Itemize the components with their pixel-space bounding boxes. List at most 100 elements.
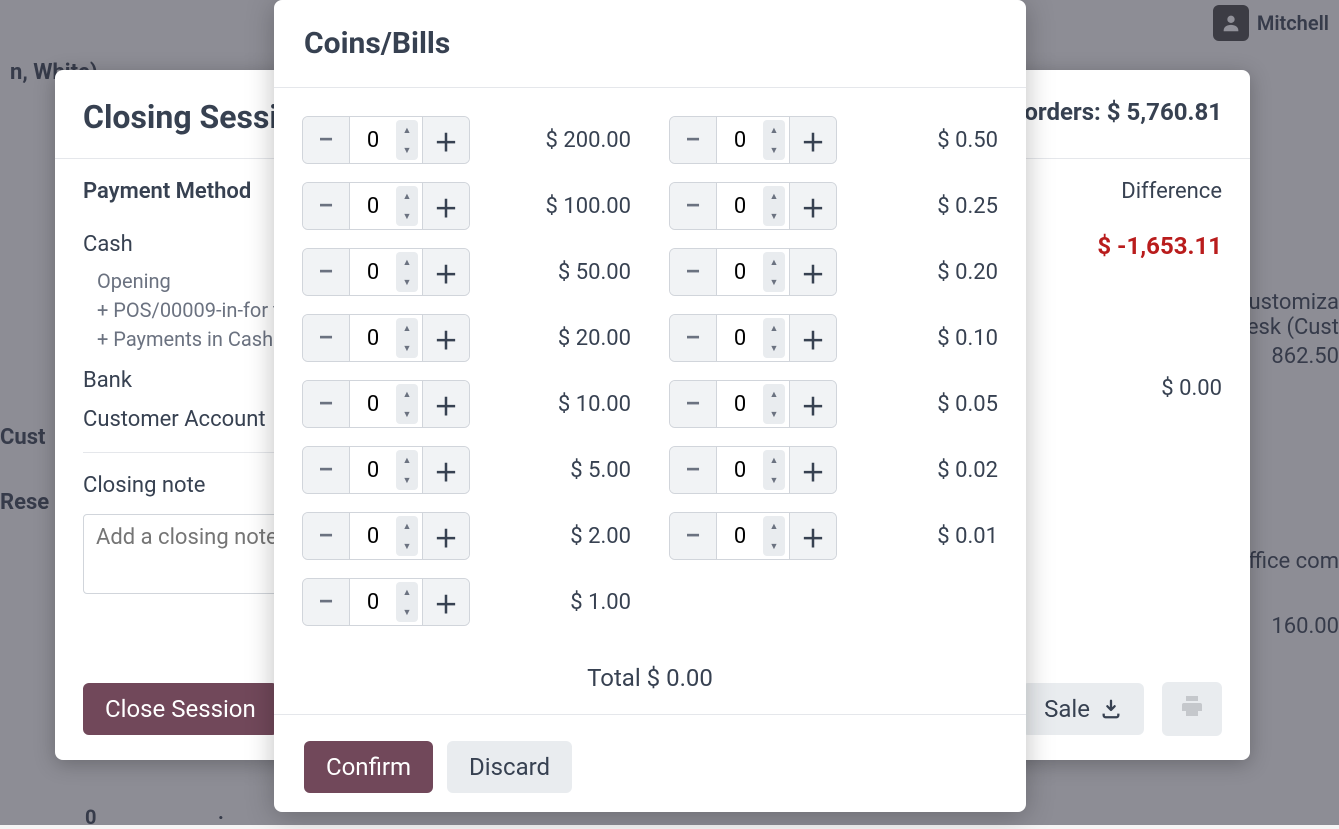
chevron-down-icon: ▼ — [763, 470, 785, 490]
denomination-row: −▲▼＋$ 5.00 — [302, 446, 631, 494]
chevron-up-icon: ▲ — [396, 120, 418, 140]
denomination-row: −▲▼＋$ 0.50 — [669, 116, 998, 164]
increment-button[interactable]: ＋ — [423, 315, 469, 361]
chevron-down-icon: ▼ — [396, 602, 418, 622]
decrement-button[interactable]: − — [303, 447, 349, 493]
spinner-control[interactable]: ▲▼ — [396, 450, 418, 490]
quantity-input[interactable] — [350, 249, 396, 295]
quantity-input[interactable] — [717, 381, 763, 427]
discard-button[interactable]: Discard — [447, 741, 572, 793]
increment-button[interactable]: ＋ — [790, 447, 836, 493]
quantity-input[interactable] — [717, 117, 763, 163]
chevron-up-icon: ▲ — [763, 450, 785, 470]
decrement-button[interactable]: − — [303, 249, 349, 295]
increment-button[interactable]: ＋ — [790, 249, 836, 295]
denomination-label: $ 200.00 — [531, 128, 631, 153]
denomination-row: −▲▼＋$ 0.25 — [669, 182, 998, 230]
decrement-button[interactable]: − — [670, 249, 716, 295]
decrement-button[interactable]: − — [303, 183, 349, 229]
chevron-up-icon: ▲ — [763, 384, 785, 404]
quantity-stepper: − ▲▼＋ — [302, 248, 470, 296]
coins-total-row: Total $ 0.00 — [274, 654, 1026, 714]
sale-export-button[interactable]: Sale — [1022, 683, 1144, 735]
quantity-stepper: − ▲▼＋ — [669, 512, 837, 560]
quantity-input[interactable] — [717, 249, 763, 295]
close-session-button[interactable]: Close Session — [83, 683, 278, 735]
denomination-row: −▲▼＋$ 1.00 — [302, 578, 631, 626]
quantity-input[interactable] — [350, 447, 396, 493]
increment-button[interactable]: ＋ — [790, 315, 836, 361]
spinner-control[interactable]: ▲▼ — [763, 384, 785, 424]
decrement-button[interactable]: − — [670, 315, 716, 361]
quantity-input[interactable] — [350, 513, 396, 559]
quantity-input[interactable] — [350, 315, 396, 361]
increment-button[interactable]: ＋ — [423, 513, 469, 559]
quantity-stepper: − ▲▼＋ — [669, 116, 837, 164]
chevron-up-icon: ▲ — [763, 120, 785, 140]
decrement-button[interactable]: − — [670, 183, 716, 229]
chevron-down-icon: ▼ — [396, 140, 418, 160]
quantity-input[interactable] — [350, 381, 396, 427]
quantity-input[interactable] — [717, 315, 763, 361]
spinner-control[interactable]: ▲▼ — [396, 186, 418, 226]
spinner-control[interactable]: ▲▼ — [396, 516, 418, 556]
increment-button[interactable]: ＋ — [423, 579, 469, 625]
confirm-button[interactable]: Confirm — [304, 741, 433, 793]
download-icon — [1100, 698, 1122, 720]
quantity-input[interactable] — [717, 183, 763, 229]
decrement-button[interactable]: − — [303, 513, 349, 559]
increment-button[interactable]: ＋ — [423, 183, 469, 229]
denominations-right-column: −▲▼＋$ 0.50−▲▼＋$ 0.25−▲▼＋$ 0.20−▲▼＋$ 0.10… — [669, 116, 998, 644]
chevron-up-icon: ▲ — [396, 582, 418, 602]
quantity-stepper: − ▲▼＋ — [302, 512, 470, 560]
quantity-input[interactable] — [717, 513, 763, 559]
print-button[interactable] — [1162, 682, 1222, 736]
spinner-control[interactable]: ▲▼ — [763, 450, 785, 490]
chevron-down-icon: ▼ — [396, 272, 418, 292]
decrement-button[interactable]: − — [303, 381, 349, 427]
increment-button[interactable]: ＋ — [790, 513, 836, 559]
decrement-button[interactable]: − — [303, 579, 349, 625]
increment-button[interactable]: ＋ — [423, 447, 469, 493]
decrement-button[interactable]: − — [303, 117, 349, 163]
increment-button[interactable]: ＋ — [790, 381, 836, 427]
denomination-label: $ 20.00 — [531, 326, 631, 351]
denomination-label: $ 50.00 — [531, 260, 631, 285]
difference-label: Difference — [1022, 179, 1222, 204]
increment-button[interactable]: ＋ — [423, 117, 469, 163]
spinner-control[interactable]: ▲▼ — [396, 582, 418, 622]
quantity-stepper: − ▲▼＋ — [669, 182, 837, 230]
chevron-down-icon: ▼ — [763, 404, 785, 424]
spinner-control[interactable]: ▲▼ — [763, 186, 785, 226]
quantity-input[interactable] — [350, 117, 396, 163]
increment-button[interactable]: ＋ — [423, 381, 469, 427]
chevron-down-icon: ▼ — [763, 140, 785, 160]
print-icon — [1180, 694, 1204, 718]
decrement-button[interactable]: − — [670, 513, 716, 559]
decrement-button[interactable]: − — [670, 117, 716, 163]
denomination-row: − ▲▼＋ $ 20.00 — [302, 314, 631, 362]
spinner-control[interactable]: ▲▼ — [396, 318, 418, 358]
quantity-input[interactable] — [350, 183, 396, 229]
spinner-control[interactable]: ▲▼ — [396, 120, 418, 160]
spinner-control[interactable]: ▲▼ — [763, 252, 785, 292]
increment-button[interactable]: ＋ — [790, 117, 836, 163]
denomination-label: $ 0.05 — [898, 392, 998, 417]
chevron-down-icon: ▼ — [396, 470, 418, 490]
spinner-control[interactable]: ▲▼ — [396, 252, 418, 292]
increment-button[interactable]: ＋ — [790, 183, 836, 229]
quantity-input[interactable] — [350, 579, 396, 625]
spinner-control[interactable]: ▲▼ — [396, 384, 418, 424]
quantity-stepper: − ▲▼＋ — [669, 314, 837, 362]
increment-button[interactable]: ＋ — [423, 249, 469, 295]
quantity-stepper: − ▲▼＋ — [302, 380, 470, 428]
quantity-stepper: − ▲▼＋ — [302, 578, 470, 626]
denomination-label: $ 10.00 — [531, 392, 631, 417]
quantity-input[interactable] — [717, 447, 763, 493]
decrement-button[interactable]: − — [303, 315, 349, 361]
spinner-control[interactable]: ▲▼ — [763, 516, 785, 556]
decrement-button[interactable]: − — [670, 381, 716, 427]
spinner-control[interactable]: ▲▼ — [763, 318, 785, 358]
spinner-control[interactable]: ▲▼ — [763, 120, 785, 160]
decrement-button[interactable]: − — [670, 447, 716, 493]
